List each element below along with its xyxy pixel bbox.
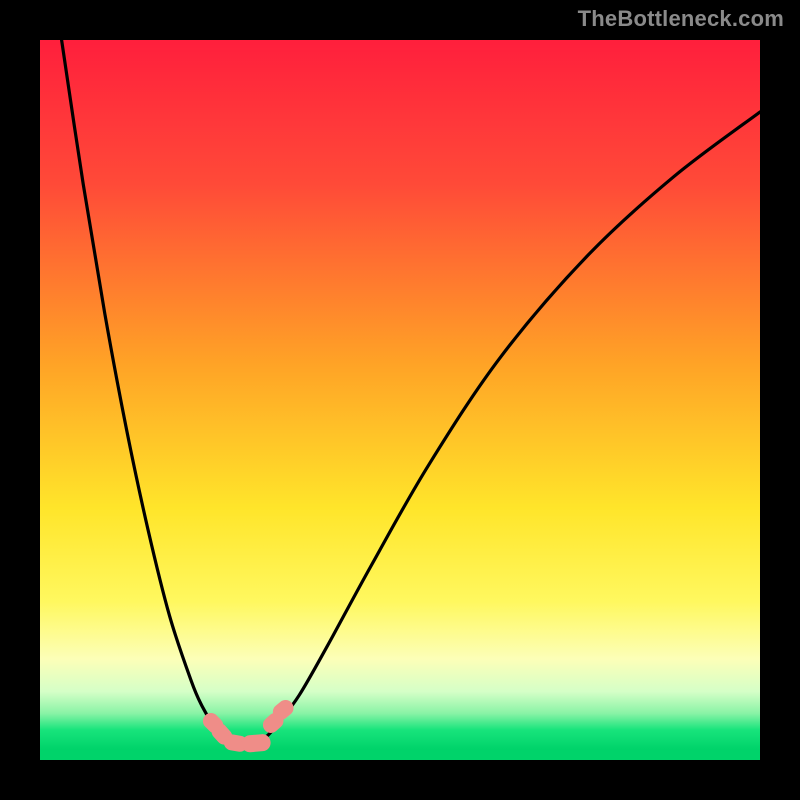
markers-layer <box>40 40 760 760</box>
marker-blob <box>241 734 271 753</box>
attribution-text: TheBottleneck.com <box>578 6 784 32</box>
plot-area <box>40 40 760 760</box>
